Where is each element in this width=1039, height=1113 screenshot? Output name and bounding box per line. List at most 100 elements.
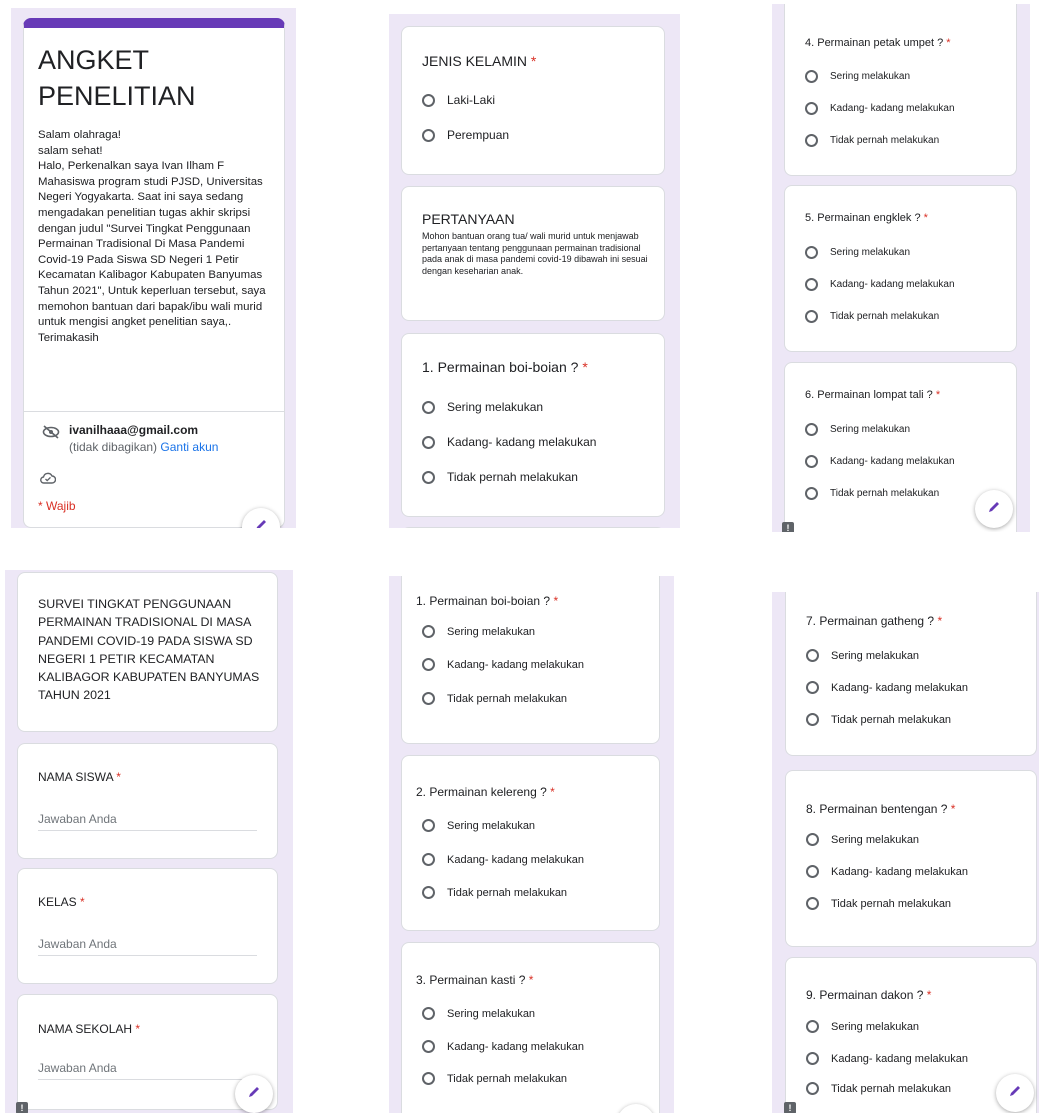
answer-option[interactable]: Kadang- kadang melakukan <box>806 681 968 694</box>
radio-button[interactable] <box>806 1082 819 1095</box>
radio-button[interactable] <box>422 1040 435 1053</box>
description-line: Terimakasih <box>38 331 99 344</box>
option-label: Kadang- kadang melakukan <box>447 1040 584 1053</box>
answer-option[interactable]: Tidak pernah melakukan <box>806 713 951 726</box>
answer-option[interactable]: Kadang- kadang melakukan <box>422 1040 584 1053</box>
radio-button[interactable] <box>805 246 818 259</box>
radio-button[interactable] <box>806 681 819 694</box>
radio-button[interactable] <box>805 278 818 291</box>
radio-button[interactable] <box>806 1020 819 1033</box>
switch-account-link[interactable]: Ganti akun <box>160 440 218 454</box>
option-label: Kadang- kadang melakukan <box>830 103 955 114</box>
answer-option[interactable]: Tidak pernah melakukan <box>805 487 939 500</box>
radio-button[interactable] <box>422 1072 435 1085</box>
option-label: Kadang- kadang melakukan <box>447 435 597 449</box>
option-label: Tidak pernah melakukan <box>447 470 578 484</box>
student-name-input[interactable]: Jawaban Anda <box>38 812 117 826</box>
radio-button[interactable] <box>422 692 435 705</box>
answer-option[interactable]: Sering melakukan <box>422 625 535 638</box>
answer-option[interactable]: Kadang- kadang melakukan <box>805 278 955 291</box>
radio-button[interactable] <box>422 435 435 449</box>
answer-option[interactable]: Sering melakukan <box>422 400 543 414</box>
answer-option[interactable]: Kadang- kadang melakukan <box>806 1052 968 1065</box>
answer-option[interactable]: Kadang- kadang melakukan <box>805 455 955 468</box>
radio-button[interactable] <box>805 310 818 323</box>
edit-fab[interactable] <box>235 1075 273 1113</box>
radio-button[interactable] <box>422 819 435 832</box>
school-name-input[interactable]: Jawaban Anda <box>38 1061 117 1075</box>
radio-button[interactable] <box>806 1052 819 1065</box>
answer-option[interactable]: Tidak pernah melakukan <box>422 886 567 899</box>
radio-button[interactable] <box>805 455 818 468</box>
answer-option[interactable]: Tidak pernah melakukan <box>805 310 939 323</box>
required-mark: * <box>550 785 555 799</box>
radio-button[interactable] <box>806 713 819 726</box>
radio-button[interactable] <box>422 853 435 866</box>
answer-option[interactable]: Tidak pernah melakukan <box>806 897 951 910</box>
radio-button[interactable] <box>422 625 435 638</box>
panel-questions-4-6: 4. Permainan petak umpet ? * Sering mela… <box>772 4 1030 532</box>
option-label: Sering melakukan <box>830 247 911 258</box>
radio-button[interactable] <box>422 400 435 414</box>
radio-button[interactable] <box>806 649 819 662</box>
radio-button[interactable] <box>805 423 818 436</box>
radio-button[interactable] <box>422 93 435 107</box>
report-flag-icon[interactable]: ! <box>784 1102 796 1113</box>
answer-option[interactable]: Sering melakukan <box>805 70 910 83</box>
radio-button[interactable] <box>422 470 435 484</box>
report-flag-icon[interactable]: ! <box>16 1102 28 1113</box>
radio-button[interactable] <box>422 1007 435 1020</box>
answer-option[interactable]: Kadang- kadang melakukan <box>422 853 584 866</box>
required-mark: * <box>528 973 534 987</box>
radio-button[interactable] <box>805 134 818 147</box>
radio-button[interactable] <box>422 886 435 899</box>
answer-option[interactable]: Tidak pernah melakukan <box>422 692 567 705</box>
gender-option[interactable]: Perempuan <box>422 128 509 142</box>
question-title: 8. Permainan bentengan ? * <box>806 799 955 819</box>
option-label: Kadang- kadang melakukan <box>447 658 584 671</box>
panel-questions-7-9: 7. Permainan gatheng ? * Sering melakuka… <box>772 592 1039 1113</box>
class-input[interactable]: Jawaban Anda <box>38 937 117 951</box>
answer-option[interactable]: Kadang- kadang melakukan <box>422 435 596 449</box>
question-title: 7. Permainan gatheng ? * <box>806 611 942 631</box>
input-underline <box>38 1079 257 1080</box>
answer-option[interactable]: Sering melakukan <box>806 649 919 662</box>
answer-option[interactable]: Tidak pernah melakukan <box>806 1082 951 1095</box>
answer-option[interactable]: Sering melakukan <box>806 833 919 846</box>
answer-option[interactable]: Sering melakukan <box>806 1020 919 1033</box>
pencil-icon <box>987 500 1001 519</box>
answer-option[interactable]: Kadang- kadang melakukan <box>805 102 955 115</box>
radio-button[interactable] <box>806 897 819 910</box>
required-mark: * <box>926 988 932 1002</box>
answer-option[interactable]: Kadang- kadang melakukan <box>806 865 968 878</box>
answer-option[interactable]: Tidak pernah melakukan <box>805 134 939 147</box>
edit-fab[interactable] <box>975 490 1013 528</box>
option-label: Sering melakukan <box>447 625 536 638</box>
radio-button[interactable] <box>805 102 818 115</box>
answer-option[interactable]: Sering melakukan <box>805 246 910 259</box>
option-label: Sering melakukan <box>830 424 911 435</box>
not-shared-text: (tidak dibagikan) <box>69 440 158 454</box>
required-mark: * <box>553 594 559 608</box>
form-title: ANGKET PENELITIAN <box>38 45 196 111</box>
answer-option[interactable]: Sering melakukan <box>422 819 535 832</box>
radio-button[interactable] <box>805 70 818 83</box>
report-flag-icon[interactable]: ! <box>782 522 794 532</box>
answer-option[interactable]: Tidak pernah melakukan <box>422 470 578 484</box>
answer-option[interactable]: Sering melakukan <box>422 1007 535 1020</box>
radio-button[interactable] <box>806 833 819 846</box>
field-label: NAMA SEKOLAH * <box>38 1019 140 1039</box>
option-label: Kadang- kadang melakukan <box>831 681 968 694</box>
answer-option[interactable]: Kadang- kadang melakukan <box>422 658 584 671</box>
radio-button[interactable] <box>805 487 818 500</box>
question-title: 4. Permainan petak umpet ? * <box>805 33 951 53</box>
option-label: Kadang- kadang melakukan <box>830 279 955 290</box>
answer-option[interactable]: Sering melakukan <box>805 423 910 436</box>
answer-option[interactable]: Tidak pernah melakukan <box>422 1072 567 1085</box>
radio-button[interactable] <box>806 865 819 878</box>
edit-fab[interactable] <box>996 1074 1034 1112</box>
gender-option[interactable]: Laki-Laki <box>422 93 495 107</box>
radio-button[interactable] <box>422 658 435 671</box>
radio-button[interactable] <box>422 128 435 142</box>
description-line: Salam olahraga! <box>38 129 121 141</box>
